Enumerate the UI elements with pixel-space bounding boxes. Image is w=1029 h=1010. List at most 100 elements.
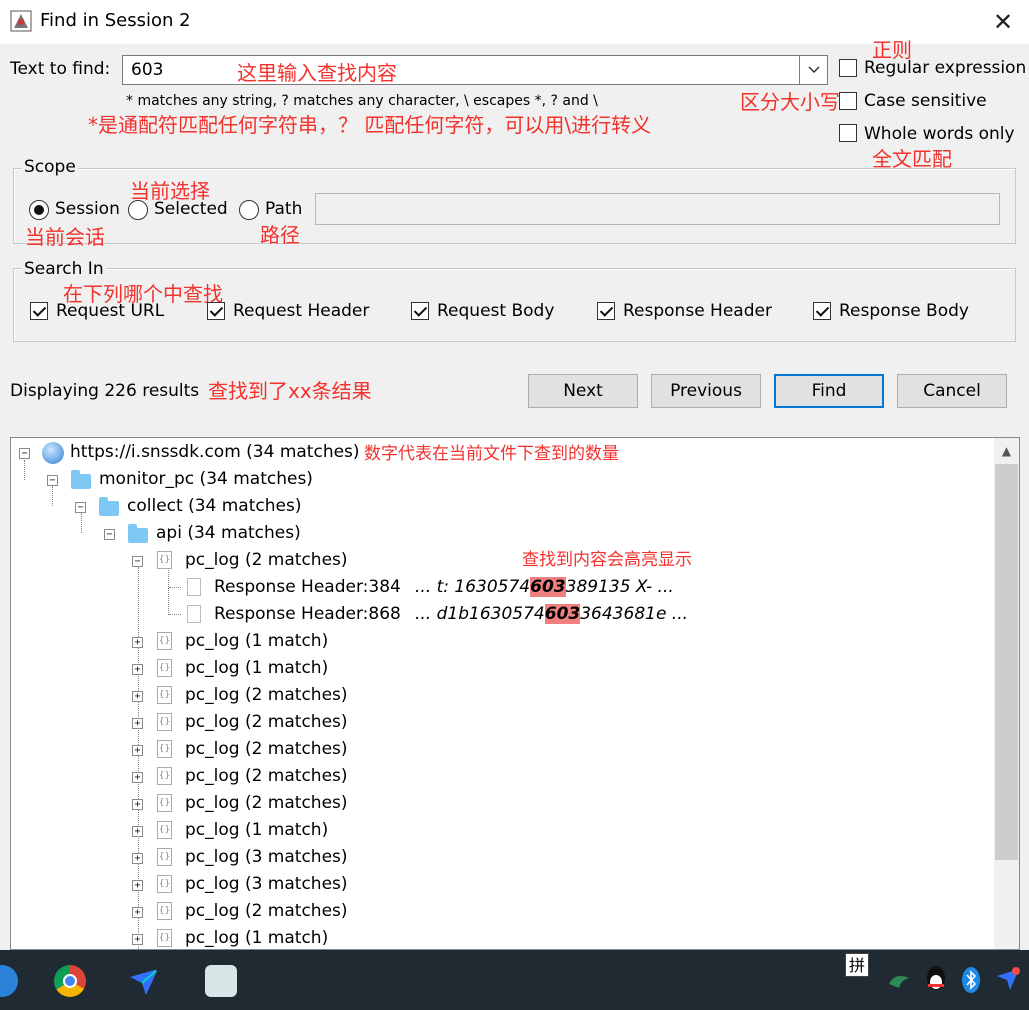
next-button[interactable]: Next <box>528 374 638 408</box>
tree-node-pc-log[interactable]: pc_log (2 matches) <box>185 712 348 732</box>
tree-node-collect[interactable]: collect (34 matches) <box>127 496 301 516</box>
find-input[interactable] <box>122 55 800 85</box>
expand-toggle[interactable]: + <box>132 745 143 756</box>
match-highlight: 603 <box>544 604 581 624</box>
tree-root[interactable]: https://i.snssdk.com (34 matches) <box>70 442 360 462</box>
tree-node-pc-log[interactable]: pc_log (3 matches) <box>185 874 348 894</box>
tree-node-pc-log[interactable]: pc_log (2 matches) <box>185 901 348 921</box>
expand-toggle[interactable]: + <box>132 772 143 783</box>
expand-toggle[interactable]: − <box>47 475 58 486</box>
json-doc-icon: {} <box>157 767 172 785</box>
leaf-snippet: ... d1b16305746033643681e ... <box>415 604 689 624</box>
expand-toggle[interactable]: − <box>104 529 115 540</box>
json-doc-icon: {} <box>157 713 172 731</box>
globe-icon <box>42 442 64 464</box>
tree-node-pc-log[interactable]: pc_log (2 matches) <box>185 685 348 705</box>
regex-checkbox[interactable] <box>839 59 857 77</box>
case-sensitive-checkbox[interactable] <box>839 92 857 110</box>
scope-path-radio[interactable] <box>239 200 259 220</box>
file-icon <box>187 578 201 596</box>
json-doc-icon: {} <box>157 821 172 839</box>
whole-words-checkbox[interactable] <box>839 124 857 142</box>
search-request-header-label: Request Header <box>233 301 370 321</box>
fiddler-icon[interactable] <box>205 965 237 997</box>
qq-icon[interactable] <box>924 964 948 994</box>
tree-node-pc-log[interactable]: pc_log (1 match) <box>185 928 328 948</box>
search-request-url-label: Request URL <box>56 301 165 321</box>
json-doc-icon: {} <box>157 632 172 650</box>
json-doc-icon: {} <box>157 659 172 677</box>
search-request-body-checkbox[interactable] <box>411 302 429 320</box>
chrome-icon[interactable] <box>54 965 86 997</box>
tree-node-monitor-pc[interactable]: monitor_pc (34 matches) <box>99 469 313 489</box>
vpn-icon[interactable] <box>887 970 911 990</box>
results-tree[interactable]: − https://i.snssdk.com (34 matches) 数字代表… <box>10 437 1020 950</box>
scroll-up-button[interactable]: ▲ <box>994 438 1019 464</box>
expand-toggle[interactable]: − <box>75 502 86 513</box>
expand-toggle[interactable]: + <box>132 718 143 729</box>
tree-node-pc-log[interactable]: pc_log (2 matches) <box>185 739 348 759</box>
expand-toggle[interactable]: + <box>132 691 143 702</box>
find-history-dropdown[interactable] <box>800 55 828 85</box>
search-response-header-checkbox[interactable] <box>597 302 615 320</box>
vertical-scrollbar[interactable]: ▲ <box>994 438 1019 949</box>
tree-guide <box>138 567 139 949</box>
app-partial-icon[interactable] <box>0 965 18 997</box>
tree-node-pc-log[interactable]: pc_log (1 match) <box>185 658 328 678</box>
expand-toggle[interactable]: − <box>19 448 30 459</box>
search-response-body-checkbox[interactable] <box>813 302 831 320</box>
tree-node-pc-log[interactable]: pc_log (2 matches) <box>185 550 348 570</box>
folder-icon <box>128 524 148 543</box>
feishu-icon[interactable] <box>128 965 160 997</box>
expand-toggle[interactable]: + <box>132 880 143 891</box>
results-status: Displaying 226 results <box>10 381 200 401</box>
scroll-thumb[interactable] <box>995 464 1018 860</box>
window-title: Find in Session 2 <box>40 10 191 31</box>
feishu-tray-icon[interactable] <box>995 966 1021 992</box>
json-doc-icon: {} <box>157 902 172 920</box>
path-input[interactable] <box>315 193 1000 225</box>
expand-toggle[interactable]: + <box>132 799 143 810</box>
folder-icon <box>99 497 119 516</box>
expand-toggle[interactable]: + <box>132 853 143 864</box>
annotation-results: 查找到了xx条结果 <box>208 379 372 403</box>
annotation-count: 数字代表在当前文件下查到的数量 <box>364 444 619 464</box>
expand-toggle[interactable]: − <box>132 556 143 567</box>
search-request-header-checkbox[interactable] <box>207 302 225 320</box>
json-doc-icon: {} <box>157 875 172 893</box>
expand-toggle[interactable]: + <box>132 826 143 837</box>
tree-guide <box>169 587 181 588</box>
scope-selected-radio[interactable] <box>128 200 148 220</box>
match-highlight: 603 <box>530 577 566 597</box>
annotation-highlight: 查找到内容会高亮显示 <box>522 550 692 570</box>
tree-node-pc-log[interactable]: pc_log (2 matches) <box>185 793 348 813</box>
search-response-body-label: Response Body <box>839 301 969 321</box>
annotation-wildcard: *是通配符匹配任何字符串，？ 匹配任何字符，可以用\进行转义 <box>88 113 652 137</box>
fiddler-app-icon <box>10 10 32 32</box>
tree-node-pc-log[interactable]: pc_log (1 match) <box>185 820 328 840</box>
leaf-label[interactable]: Response Header:868 <box>214 604 401 624</box>
find-button[interactable]: Find <box>774 374 884 408</box>
tree-node-api[interactable]: api (34 matches) <box>156 523 301 543</box>
ime-icon[interactable]: 拼 <box>845 953 869 977</box>
search-request-url-checkbox[interactable] <box>30 302 48 320</box>
cancel-button[interactable]: Cancel <box>897 374 1007 408</box>
previous-button[interactable]: Previous <box>651 374 761 408</box>
json-doc-icon: {} <box>157 686 172 704</box>
annotation-path: 路径 <box>260 223 300 247</box>
expand-toggle[interactable]: + <box>132 934 143 945</box>
leaf-label[interactable]: Response Header:384 <box>214 577 401 597</box>
bluetooth-icon[interactable] <box>961 966 981 994</box>
tree-node-pc-log[interactable]: pc_log (3 matches) <box>185 847 348 867</box>
tree-node-pc-log[interactable]: pc_log (2 matches) <box>185 766 348 786</box>
search-response-header-label: Response Header <box>623 301 772 321</box>
case-sensitive-label: Case sensitive <box>864 91 987 111</box>
json-doc-icon: {} <box>157 848 172 866</box>
close-button[interactable]: ✕ <box>985 6 1021 38</box>
expand-toggle[interactable]: + <box>132 907 143 918</box>
expand-toggle[interactable]: + <box>132 637 143 648</box>
tree-node-pc-log[interactable]: pc_log (1 match) <box>185 631 328 651</box>
json-doc-icon: {} <box>157 794 172 812</box>
expand-toggle[interactable]: + <box>132 664 143 675</box>
scope-session-radio[interactable] <box>29 200 49 220</box>
